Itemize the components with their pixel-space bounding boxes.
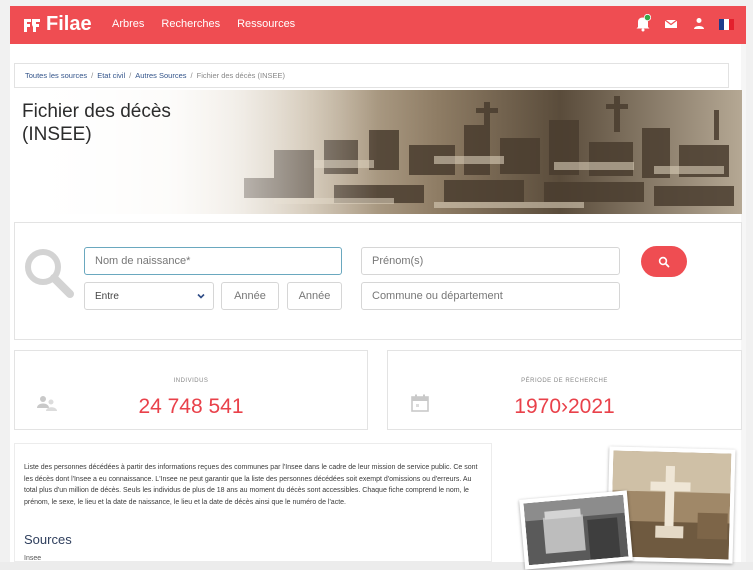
last-name-input[interactable]: Nom de naissance* xyxy=(84,247,342,275)
individuals-value: 24 748 541 xyxy=(138,395,244,418)
hero-banner: Fichier des décès (INSEE) xyxy=(14,90,742,214)
sources-item: Insee xyxy=(24,555,42,562)
grave-photo xyxy=(519,490,633,570)
individuals-label: INDIVIDUS xyxy=(173,378,209,384)
first-name-placeholder: Prénom(s) xyxy=(372,255,424,267)
logo[interactable]: Filae xyxy=(22,13,92,36)
search-magnifier-icon xyxy=(25,249,74,298)
first-name-input[interactable]: Prénom(s) xyxy=(361,247,620,275)
year-to-placeholder: Année xyxy=(298,290,331,302)
description-text: Liste des personnes décédées à partir de… xyxy=(24,464,478,506)
search-button[interactable] xyxy=(641,246,687,277)
chevron-down-icon xyxy=(197,293,205,299)
user-icon[interactable] xyxy=(691,14,707,32)
date-range-value: Entre xyxy=(95,290,119,302)
search-card xyxy=(14,222,742,340)
breadcrumb-separator: / xyxy=(190,71,193,80)
page-title: Fichier des décès (INSEE) xyxy=(22,101,171,145)
period-value: 1970›2021 xyxy=(514,395,615,418)
notifications-icon[interactable] xyxy=(635,13,652,32)
header-icons xyxy=(635,13,734,32)
logo-text: Filae xyxy=(46,13,92,35)
mail-icon[interactable] xyxy=(663,14,679,32)
year-to-input[interactable]: Année xyxy=(287,282,342,310)
search-icon xyxy=(658,256,670,267)
filae-logo-icon xyxy=(24,18,40,32)
grave-image xyxy=(523,494,629,566)
breadcrumb-toutes-les-sources[interactable]: Toutes les sources xyxy=(25,71,87,80)
individuals-stat-card: INDIVIDUS 24 748 541 xyxy=(14,350,368,430)
breadcrumb-autres-sources[interactable]: Autres Sources xyxy=(135,71,186,80)
sources-heading: Sources xyxy=(24,532,72,547)
main-nav: Arbres Recherches Ressources xyxy=(112,18,295,30)
nav-recherches[interactable]: Recherches xyxy=(161,18,220,30)
nav-arbres[interactable]: Arbres xyxy=(112,18,144,30)
flag-fr-icon[interactable] xyxy=(719,19,734,30)
year-from-input[interactable]: Année xyxy=(221,282,279,310)
breadcrumb-etat-civil[interactable]: Etat civil xyxy=(97,71,125,80)
breadcrumb-separator: / xyxy=(91,71,94,80)
place-input[interactable]: Commune ou département xyxy=(361,282,620,310)
nav-ressources[interactable]: Ressources xyxy=(237,18,295,30)
breadcrumb: Toutes les sources / Etat civil / Autres… xyxy=(14,63,729,88)
period-label: PÉRIODE DE RECHERCHE xyxy=(521,378,608,384)
last-name-placeholder: Nom de naissance* xyxy=(95,255,191,267)
breadcrumb-separator: / xyxy=(129,71,132,80)
breadcrumb-current: Fichier des décès (INSEE) xyxy=(196,71,285,80)
period-stat-card: PÉRIODE DE RECHERCHE 1970›2021 xyxy=(387,350,742,430)
date-range-select[interactable]: Entre xyxy=(84,282,214,310)
top-navigation-bar: Filae Arbres Recherches Ressources xyxy=(10,6,746,44)
year-from-placeholder: Année xyxy=(234,290,266,302)
description-card: Liste des personnes décédées à partir de… xyxy=(14,443,492,562)
place-placeholder: Commune ou département xyxy=(372,290,503,302)
